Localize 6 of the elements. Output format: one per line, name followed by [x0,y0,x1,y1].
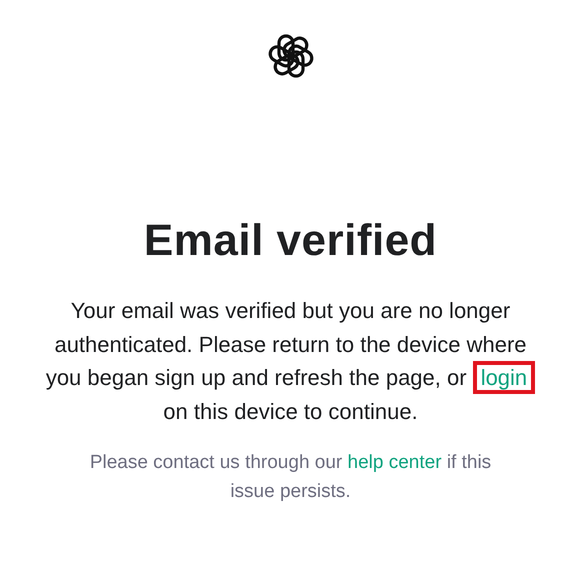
message-text: Your email was verified but you are no longer authenticated. Please return to the device where you began sign up and refresh the page, or login on this device to continue. [40,294,540,428]
logo-icon [266,32,314,80]
help-text: Please contact us through our help center if this issue persists. [88,451,492,504]
login-link[interactable]: login [472,361,536,394]
page-heading: Email verified [144,216,438,266]
help-center-link[interactable]: help center [348,452,442,473]
